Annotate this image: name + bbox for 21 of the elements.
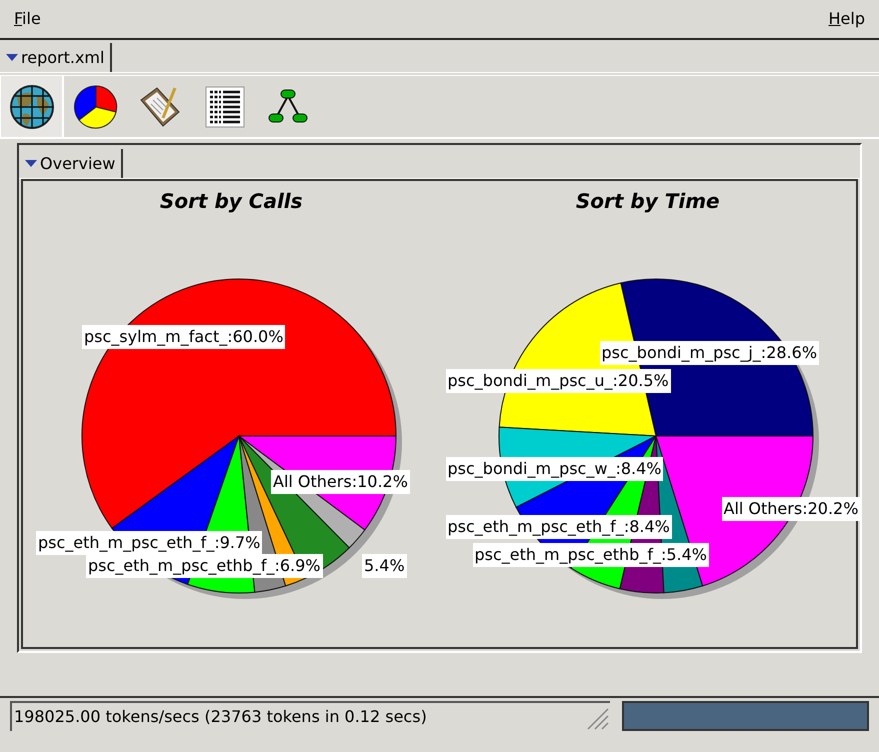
chart-title: Sort by Calls [158,188,304,215]
status-text: 198025.00 tokens/secs (23763 tokens in 0.12 secs) [10,701,610,731]
menu-item[interactable]: File [10,7,45,31]
toolbar-button[interactable] [0,76,64,137]
slice-label: All Others:10.2% [271,470,410,494]
slice-label: psc_eth_m_psc_ethb_f_:5.4% [472,543,710,567]
slice-label: psc_eth_m_psc_ethb_f_:6.9% [86,554,323,578]
slice-label: 5.4% [362,554,407,578]
slice-label: All Others:20.2% [722,497,860,521]
slice-label: psc_bondi_m_psc_u_:20.5% [446,369,671,393]
slice-label: psc_eth_m_psc_eth_f_:8.4% [446,515,672,539]
triangle-down-icon [25,160,37,168]
chart-title: Sort by Time [574,188,721,215]
triangle-down-icon [6,54,18,62]
slice-label: psc_sylm_m_fact_:60.0% [82,325,286,349]
menu-item[interactable]: Help [824,7,869,31]
globe-icon [8,84,54,130]
pie-chart-icon [73,84,119,130]
slice-label: psc_eth_m_psc_eth_f_:9.7% [36,531,262,555]
slice-label: psc_bondi_m_psc_w_:8.4% [446,457,664,481]
slice-label: psc_bondi_m_psc_j_:28.6% [600,341,820,365]
